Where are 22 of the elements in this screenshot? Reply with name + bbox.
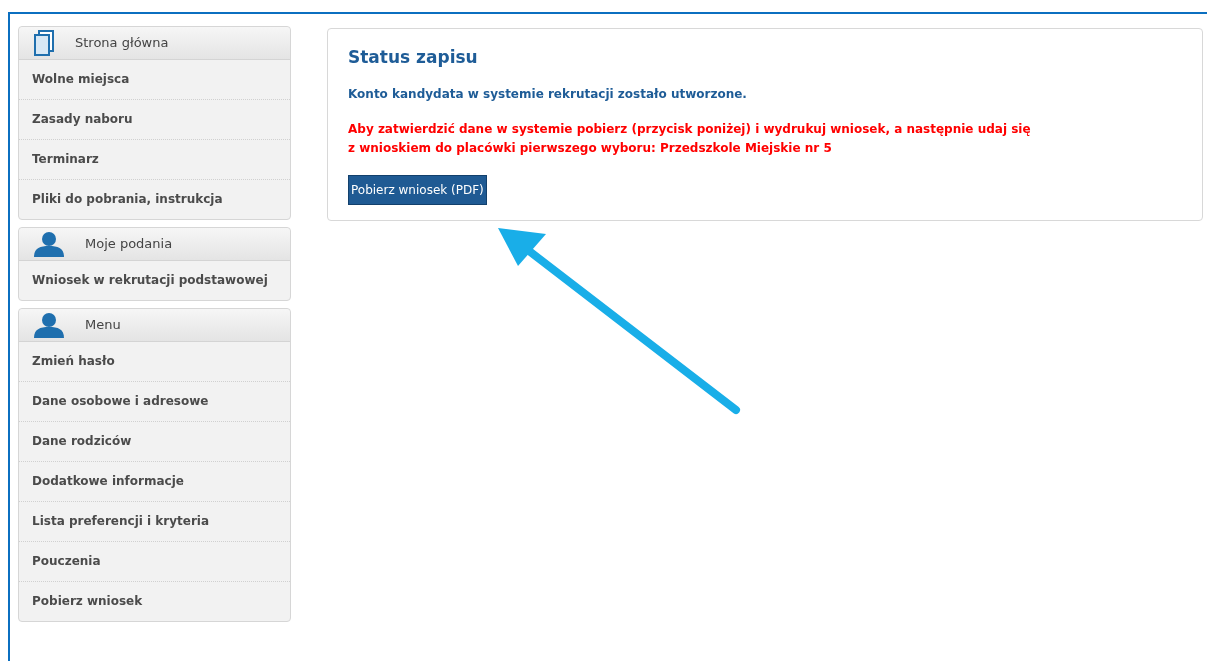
user-icon [33,231,65,257]
sidebar-link[interactable]: Pliki do pobrania, instrukcja [19,180,290,219]
sidebar-link[interactable]: Pobierz wniosek [19,582,290,621]
panel-title: Moje podania [85,235,173,254]
sidebar-link[interactable]: Dodatkowe informacje [19,462,290,502]
panel-title: Menu [85,316,121,335]
sidebar-link[interactable]: Terminarz [19,140,290,180]
sidebar-link[interactable]: Dane rodziców [19,422,290,462]
warning-message: Aby zatwierdzić dane w systemie pobierz (przycisk poniżej) i wydrukuj wniosek, a następnie udaj się z wnioskiem do placówki pierwszego wyboru: Przedszkole Miejskie nr 5 [348,121,1032,158]
sidebar-link[interactable]: Wolne miejsca [19,60,290,100]
card-title: Status zapisu [348,47,479,68]
download-pdf-button[interactable]: Pobierz wniosek (PDF) [348,175,487,206]
document-icon [33,30,55,56]
sidebar-link[interactable]: Zasady naboru [19,100,290,140]
sidebar-link[interactable]: Lista preferencji i kryteria [19,502,290,542]
sidebar-link[interactable]: Zmień hasło [19,342,290,382]
success-message: Konto kandydata w systemie rekrutacji zostało utworzone. [348,86,748,104]
sidebar-link[interactable]: Wniosek w rekrutacji podstawowej [19,261,290,300]
user-icon [33,312,65,338]
sidebar-link[interactable]: Pouczenia [19,542,290,582]
panel-title: Strona główna [75,34,169,53]
sidebar-link[interactable]: Dane osobowe i adresowe [19,382,290,422]
